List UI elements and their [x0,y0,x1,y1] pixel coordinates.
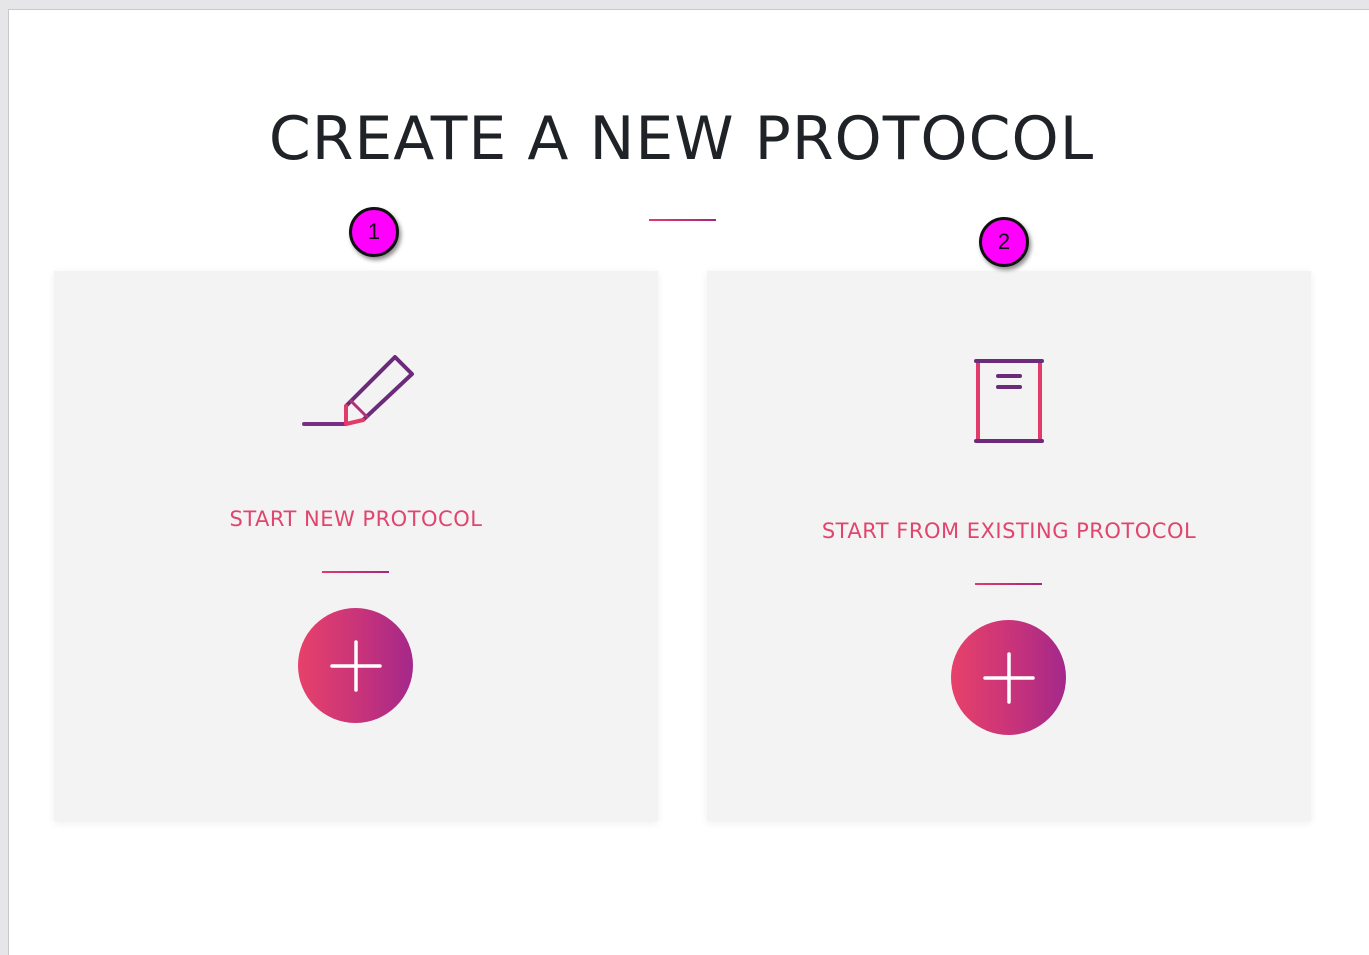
start-from-existing-protocol-add-button[interactable] [951,620,1066,735]
plus-icon [328,638,384,694]
plus-icon [981,650,1037,706]
page-frame: CREATE A NEW PROTOCOL START NEW PROTOCOL… [8,9,1369,955]
card-divider [322,571,389,573]
callout-badge-1: 1 [349,207,399,257]
start-new-protocol-label: START NEW PROTOCOL [229,507,483,531]
page-title: CREATE A NEW PROTOCOL [268,104,1095,174]
card-divider [975,583,1042,585]
callout-badge-2: 2 [979,217,1029,267]
start-new-protocol-add-button[interactable] [298,608,413,723]
document-icon [707,355,1311,445]
start-from-existing-protocol-label: START FROM EXISTING PROTOCOL [821,519,1197,543]
pencil-icon [54,355,658,435]
title-divider [649,219,716,221]
start-new-protocol-card[interactable]: START NEW PROTOCOL [54,271,658,821]
start-from-existing-protocol-card[interactable]: START FROM EXISTING PROTOCOL [707,271,1311,821]
